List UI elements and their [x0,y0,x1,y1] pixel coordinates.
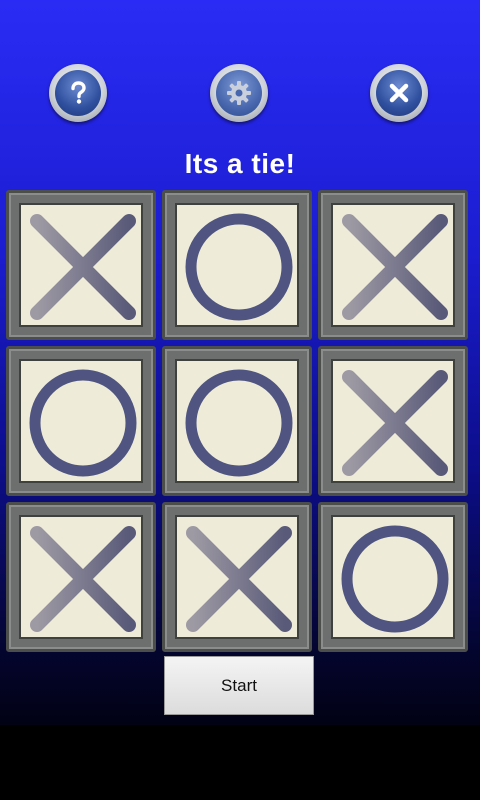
start-button[interactable]: Start [164,656,314,715]
x-mark-icon [342,370,448,476]
help-button[interactable] [49,64,107,122]
cell-face [175,359,299,483]
close-icon [389,83,409,103]
game-screen: Its a tie! Start [0,0,480,725]
x-mark-icon [342,214,448,320]
board-cell-r1-c3[interactable] [318,190,468,340]
game-status-text: Its a tie! [184,148,296,179]
o-mark-icon [341,525,449,633]
close-button[interactable] [370,64,428,122]
cell-face [331,515,455,639]
board-cell-r2-c2[interactable] [162,346,312,496]
x-mark-icon [30,214,136,320]
board-cell-r3-c2[interactable] [162,502,312,652]
cell-face [331,203,455,327]
x-mark-icon [186,526,292,632]
game-board [6,190,474,652]
cell-face [331,359,455,483]
x-mark-icon [30,526,136,632]
board-cell-r2-c3[interactable] [318,346,468,496]
board-cell-r1-c1[interactable] [6,190,156,340]
cell-face [19,359,143,483]
o-mark-icon [29,369,137,477]
bottom-bar [0,725,480,800]
board-cell-r1-c2[interactable] [162,190,312,340]
cell-face [19,203,143,327]
o-mark-icon [185,369,293,477]
cell-face [175,203,299,327]
board-cell-r2-c1[interactable] [6,346,156,496]
o-mark-icon [185,213,293,321]
question-mark-icon [71,81,86,104]
cell-face [175,515,299,639]
settings-button[interactable] [210,64,268,122]
cell-face [19,515,143,639]
board-cell-r3-c3[interactable] [318,502,468,652]
board-cell-r3-c1[interactable] [6,502,156,652]
gear-icon [227,81,251,105]
